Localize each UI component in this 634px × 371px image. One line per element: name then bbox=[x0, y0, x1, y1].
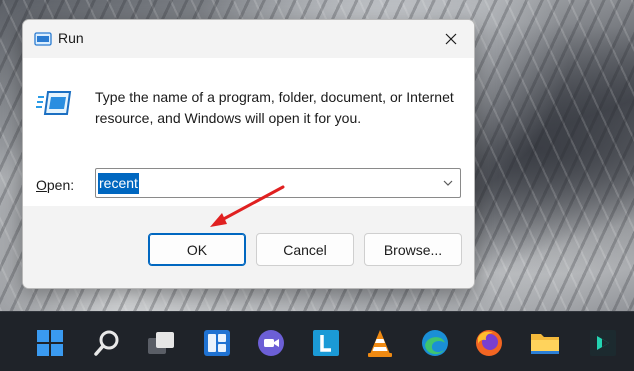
dialog-title: Run bbox=[58, 30, 84, 46]
vlc-cone-icon bbox=[368, 330, 392, 357]
dialog-footer: OK Cancel Browse... bbox=[23, 206, 474, 288]
close-button[interactable] bbox=[428, 20, 474, 58]
open-label-rest: pen: bbox=[46, 177, 75, 193]
firefox-browser-icon bbox=[476, 330, 502, 356]
letter-l-app-icon bbox=[313, 330, 339, 356]
close-icon bbox=[445, 33, 457, 45]
filmora-app-icon bbox=[590, 330, 616, 356]
run-title-icon bbox=[34, 32, 52, 46]
windows-start-icon[interactable] bbox=[33, 326, 67, 360]
edge-icon[interactable] bbox=[418, 326, 452, 360]
open-input-value[interactable]: recent bbox=[98, 173, 139, 194]
magnifier-icon bbox=[94, 330, 119, 356]
open-label: Open: bbox=[36, 177, 74, 193]
chevron-down-icon[interactable] bbox=[442, 177, 454, 189]
task-view-windows-icon bbox=[148, 332, 174, 354]
run-dialog: Run Type the name of a program, folder, … bbox=[22, 19, 475, 289]
cancel-button[interactable]: Cancel bbox=[256, 233, 354, 266]
folder-icon bbox=[531, 334, 559, 354]
open-combobox[interactable]: recent bbox=[95, 168, 461, 198]
ok-button[interactable]: OK bbox=[148, 233, 246, 266]
widgets-board-icon bbox=[204, 330, 230, 356]
taskbar bbox=[0, 311, 634, 371]
chat-camera-icon bbox=[258, 330, 284, 356]
dialog-content: Type the name of a program, folder, docu… bbox=[23, 58, 474, 206]
filmora-icon[interactable] bbox=[586, 326, 620, 360]
windows-logo-icon bbox=[37, 330, 63, 356]
vlc-icon[interactable] bbox=[363, 326, 397, 360]
widgets-icon[interactable] bbox=[200, 326, 234, 360]
search-icon[interactable] bbox=[90, 326, 124, 360]
run-program-icon bbox=[36, 91, 72, 115]
file-explorer-icon[interactable] bbox=[528, 326, 562, 360]
open-label-accesskey: O bbox=[36, 177, 47, 193]
dialog-titlebar[interactable]: Run bbox=[23, 20, 474, 58]
firefox-icon[interactable] bbox=[472, 326, 506, 360]
browse-button[interactable]: Browse... bbox=[364, 233, 462, 266]
edge-browser-icon bbox=[422, 330, 448, 356]
dialog-description: Type the name of a program, folder, docu… bbox=[95, 89, 454, 126]
app-l-icon[interactable] bbox=[309, 326, 343, 360]
task-view-icon[interactable] bbox=[144, 326, 178, 360]
teams-chat-icon[interactable] bbox=[254, 326, 288, 360]
